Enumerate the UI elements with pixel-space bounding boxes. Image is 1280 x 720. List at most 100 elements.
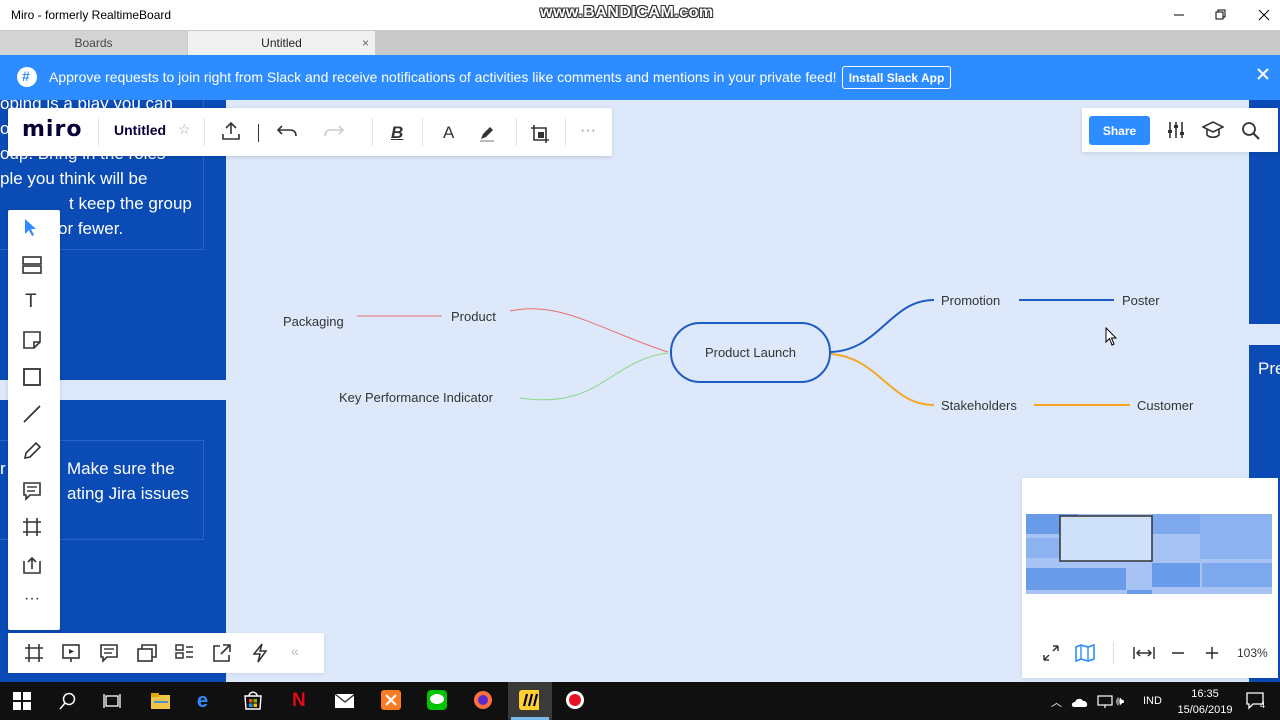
tab-untitled-label: Untitled (261, 36, 302, 50)
search-taskbar-icon[interactable] (59, 692, 79, 712)
zoom-out-icon[interactable] (1171, 646, 1185, 660)
branch-product (509, 308, 669, 353)
tab-untitled[interactable]: Untitled × (188, 31, 375, 55)
install-slack-button[interactable]: Install Slack App (842, 66, 951, 89)
mail-icon[interactable] (334, 693, 354, 713)
comment-icon[interactable] (22, 481, 42, 501)
export-icon[interactable] (221, 121, 241, 141)
mindmap-node-poster[interactable]: Poster (1122, 293, 1160, 308)
mindmap-node-stakeholders[interactable]: Stakeholders (941, 398, 1017, 413)
toolbar-divider (422, 118, 423, 146)
text-tool-icon[interactable]: T (25, 291, 37, 313)
star-icon[interactable]: ☆ (178, 121, 191, 138)
zoom-in-icon[interactable] (1205, 646, 1219, 660)
board-name[interactable]: Untitled (114, 122, 166, 138)
miro-logo[interactable]: miro (22, 117, 82, 142)
sticky-note-icon[interactable] (22, 330, 42, 350)
minimap-preview[interactable] (1022, 508, 1278, 638)
branch-promotion (830, 299, 935, 353)
toolbar-divider (516, 118, 517, 146)
toolbar-divider (204, 118, 205, 146)
clock-time: 16:35 (1191, 688, 1219, 700)
highlight-pen-icon[interactable] (478, 124, 496, 142)
learning-hat-icon[interactable] (1202, 120, 1224, 140)
store-icon[interactable] (243, 690, 263, 710)
kanban-icon[interactable] (174, 643, 194, 663)
clock-date: 15/06/2019 (1177, 704, 1233, 716)
mindmap-central-node[interactable]: Product Launch (670, 322, 831, 383)
network-icon[interactable] (1097, 694, 1113, 708)
shape-icon[interactable] (22, 367, 42, 387)
chat-icon[interactable] (99, 643, 119, 663)
pen-icon[interactable] (22, 441, 42, 461)
line-app-icon[interactable] (427, 690, 447, 710)
volume-icon[interactable]: 🕪 (1116, 693, 1124, 709)
notification-count: 4 (1260, 700, 1266, 710)
xampp-icon[interactable] (381, 690, 401, 710)
select-cursor-icon[interactable] (22, 218, 38, 238)
more-tools-icon[interactable]: ··· (24, 590, 40, 608)
tab-close-icon[interactable]: × (362, 36, 369, 50)
taskbar-clock[interactable]: 16:35 15/06/2019 (1175, 686, 1235, 718)
language-indicator[interactable]: IND (1143, 695, 1162, 707)
banner-message: Approve requests to join right from Slac… (49, 69, 837, 85)
toolbar-divider (258, 124, 259, 142)
fullscreen-icon[interactable] (1042, 644, 1060, 662)
edge-browser-icon[interactable]: e (197, 690, 217, 712)
mindmap-node-promotion[interactable]: Promotion (941, 293, 1000, 308)
text-color-icon[interactable]: A (443, 123, 454, 143)
tab-boards[interactable]: Boards (0, 31, 187, 55)
tray-chevron-icon[interactable]: ︿ (1051, 694, 1062, 710)
restore-button[interactable] (1206, 5, 1236, 25)
bold-icon[interactable]: B (391, 123, 403, 143)
mindmap-node-kpi[interactable]: Key Performance Indicator (339, 390, 493, 405)
map-icon[interactable] (1075, 644, 1095, 662)
frame-tool-icon[interactable] (22, 517, 42, 537)
banner-close-icon[interactable] (1256, 67, 1270, 81)
minimize-button[interactable] (1164, 5, 1194, 25)
firefox-icon[interactable] (473, 690, 493, 710)
frame-crop-icon[interactable] (530, 124, 550, 144)
line-tool-icon[interactable] (22, 404, 42, 424)
task-view-icon[interactable] (103, 692, 123, 712)
mouse-cursor-icon (1105, 327, 1118, 346)
toolbar-divider (565, 118, 566, 146)
minimize-icon (1174, 14, 1184, 16)
window-titlebar: Miro - formerly RealtimeBoard www.BANDIC… (0, 0, 1280, 30)
mindmap-node-customer[interactable]: Customer (1137, 398, 1193, 413)
branch-kpi (519, 352, 669, 401)
frames-list-icon[interactable] (24, 643, 44, 663)
share-button[interactable]: Share (1089, 116, 1150, 145)
tab-boards-label: Boards (74, 36, 113, 50)
cards-icon[interactable] (136, 643, 158, 663)
undo-icon[interactable] (277, 124, 297, 138)
close-window-button[interactable] (1249, 5, 1279, 25)
fit-to-screen-icon[interactable] (1133, 646, 1155, 660)
netflix-icon[interactable]: N (292, 690, 312, 711)
toolbar-divider (98, 118, 99, 146)
miro-app-icon[interactable] (519, 690, 539, 710)
bandicam-record-icon[interactable] (565, 690, 585, 710)
collapse-icon[interactable]: « (291, 643, 299, 659)
presentation-icon[interactable] (61, 643, 81, 663)
upload-icon[interactable] (22, 555, 42, 575)
templates-icon[interactable] (22, 256, 42, 274)
bandicam-watermark: www.BANDICAM.com (540, 4, 714, 21)
redo-icon[interactable] (324, 124, 344, 138)
settings-sliders-icon[interactable] (1166, 120, 1186, 140)
search-icon[interactable] (1241, 121, 1261, 141)
close-icon (1258, 9, 1270, 21)
file-explorer-icon[interactable] (150, 691, 170, 711)
minimap-divider (1113, 642, 1114, 664)
mindmap-node-packaging[interactable]: Packaging (283, 314, 344, 329)
more-options-icon[interactable]: ··· (580, 122, 596, 140)
zoom-level[interactable]: 103% (1237, 646, 1268, 660)
lightning-icon[interactable] (251, 643, 269, 663)
external-link-icon[interactable] (212, 643, 232, 663)
onedrive-icon[interactable] (1071, 696, 1089, 708)
toolbar-divider (372, 118, 373, 146)
windows-start-icon[interactable] (13, 692, 33, 712)
tab-bar: Boards Untitled × (0, 30, 1280, 55)
bottom-toolbar (8, 633, 324, 673)
mindmap-node-product[interactable]: Product (451, 309, 496, 324)
